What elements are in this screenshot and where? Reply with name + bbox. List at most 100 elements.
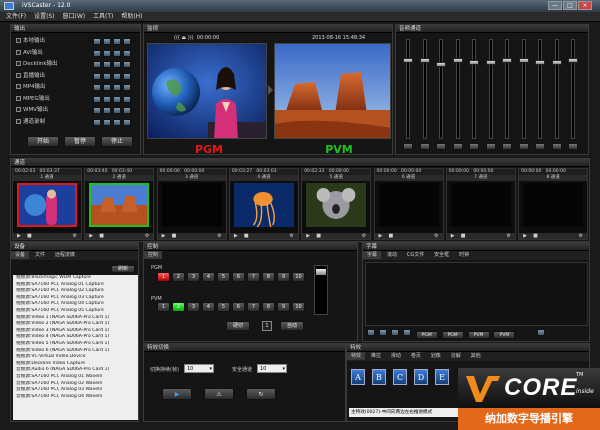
pvm-source-key[interactable]: 2 <box>172 302 185 312</box>
pgm-source-key[interactable]: 10 <box>292 272 305 282</box>
pvm-source-key[interactable]: 5 <box>217 302 230 312</box>
info-icon[interactable] <box>123 72 131 80</box>
settings-icon[interactable]: ⚙ <box>217 233 221 239</box>
tools-icon[interactable] <box>537 329 546 336</box>
pvm-source-key[interactable]: 7 <box>247 302 260 312</box>
pvm-source-key[interactable]: 9 <box>277 302 290 312</box>
play-icon[interactable]: ▶ <box>306 233 310 239</box>
info-icon[interactable] <box>123 61 131 68</box>
pvm-source-key[interactable]: 4 <box>202 302 215 312</box>
stop-icon[interactable]: ■ <box>461 233 466 239</box>
device-list-item[interactable]: 音频源:SA7160 PCI, Analog 04 WaveIn <box>13 394 138 401</box>
preview-icon[interactable] <box>103 95 111 103</box>
preview-icon[interactable] <box>103 61 111 68</box>
mute-button[interactable] <box>502 143 512 150</box>
settings-icon[interactable] <box>93 49 101 57</box>
record-icon[interactable] <box>113 84 121 91</box>
play-icon[interactable]: ▶ <box>89 233 93 239</box>
output-checkbox[interactable] <box>16 118 21 124</box>
preview-icon[interactable] <box>103 118 111 126</box>
play-icon[interactable]: ▶ <box>17 233 21 239</box>
tab-page-curl[interactable]: 卷页 <box>407 352 425 360</box>
tab-push[interactable]: 推拉 <box>367 352 385 360</box>
tab-scroll[interactable]: 滚动 <box>383 251 401 259</box>
pgm-source-key[interactable]: 9 <box>277 272 290 282</box>
mute-button[interactable] <box>403 143 413 150</box>
close-button[interactable]: × <box>578 1 592 10</box>
device-list-item[interactable]: 视频源:Video 4 (NAGA SD06A-Pro Card 1) <box>13 334 138 341</box>
loop-button[interactable]: ↻ <box>246 388 276 400</box>
channel-slot[interactable]: 00:00:00 00:00:00 6 通道 ▶ ■ ⚙ <box>373 168 444 240</box>
cut-button[interactable]: 硬切 <box>226 321 250 331</box>
mute-button[interactable] <box>568 143 578 150</box>
effect-a-icon[interactable]: A <box>351 369 365 385</box>
audio-fader[interactable] <box>518 39 529 139</box>
minimize-button[interactable]: — <box>548 1 562 10</box>
channel-slot[interactable]: 00:03:40 00:03:40 2 通道 ▶ ■ ⚙ <box>84 168 155 240</box>
auto-button[interactable]: 自动 <box>280 321 304 331</box>
audio-fader[interactable] <box>452 39 463 139</box>
pause-button[interactable]: 暂停 <box>64 136 96 147</box>
mute-button[interactable] <box>436 143 446 150</box>
mute-button[interactable] <box>535 143 545 150</box>
device-list-item[interactable]: 音频源:SA7160 PCI, Analog 01 WaveIn <box>13 374 138 381</box>
settings-icon[interactable] <box>93 84 101 91</box>
pgm-source-key[interactable]: 1 <box>157 272 170 282</box>
menu-tools[interactable]: 工具(T) <box>93 13 113 20</box>
mute-button[interactable] <box>469 143 479 150</box>
settings-icon[interactable] <box>390 329 399 336</box>
tab-dissolve[interactable]: 溶解 <box>447 352 465 360</box>
settings-icon[interactable]: ⚙ <box>362 233 366 239</box>
record-icon[interactable] <box>113 72 121 80</box>
preview-icon[interactable] <box>103 107 111 114</box>
fader-knob[interactable] <box>535 60 545 65</box>
effect-d-icon[interactable]: D <box>414 369 428 385</box>
settings-icon[interactable] <box>93 61 101 68</box>
record-icon[interactable] <box>113 107 121 114</box>
stop-icon[interactable]: ■ <box>27 233 32 239</box>
mute-button[interactable] <box>551 143 562 150</box>
device-list-item[interactable]: 视频源:SA7160 PCI, Analog 05 Capture <box>13 308 138 315</box>
preview-icon[interactable] <box>103 84 111 91</box>
pvm-source-key[interactable]: 1 <box>157 302 170 312</box>
menu-help[interactable]: 帮助(H) <box>121 13 142 20</box>
fader-knob[interactable] <box>403 58 413 63</box>
device-list-item[interactable]: 视频源:Blackmagic WDM Capture <box>13 275 138 282</box>
play-icon[interactable]: ▶ <box>451 233 455 239</box>
fader-knob[interactable] <box>518 58 529 63</box>
tab-cg-file[interactable]: CG文件 <box>403 251 428 259</box>
menu-window[interactable]: 窗口(W) <box>62 13 85 20</box>
channel-slot[interactable]: 00:03:27 00:03:03 4 通道 ▶ ■ ⚙ <box>228 168 299 240</box>
transition-number[interactable]: 1 <box>262 321 272 331</box>
pvm-source-key[interactable]: 10 <box>292 302 305 312</box>
settings-icon[interactable] <box>93 38 101 45</box>
settings-icon[interactable]: ⚙ <box>506 233 510 239</box>
fader-knob[interactable] <box>551 60 562 65</box>
settings-icon[interactable]: ⚙ <box>289 233 293 239</box>
send-pgm-button-1[interactable]: PGM <box>415 331 438 339</box>
device-list-item[interactable]: 视频源:SA7160 PCI, Analog 02 Capture <box>13 288 138 295</box>
record-icon[interactable] <box>113 95 121 103</box>
settings-icon[interactable]: ⚙ <box>145 233 149 239</box>
output-checkbox[interactable] <box>16 107 21 112</box>
device-list-item[interactable]: 视频源:Decklink Video Capture <box>13 361 138 368</box>
pgm-source-key[interactable]: 8 <box>262 272 275 282</box>
pgm-source-key[interactable]: 5 <box>217 272 230 282</box>
stop-icon[interactable]: ■ <box>99 233 104 239</box>
gear-icon[interactable] <box>402 329 411 336</box>
channel-slot[interactable]: 00:00:00 00:00:00 8 通道 ▶ ■ ⚙ <box>518 168 589 240</box>
tab-wipe[interactable]: 划像 <box>427 352 445 360</box>
fader-knob[interactable] <box>419 58 430 63</box>
device-list-item[interactable]: 视频源:Video 2 (NAGA SD06A-Pro Card 1) <box>13 321 138 328</box>
pgm-source-key[interactable]: 3 <box>187 272 200 282</box>
stop-button[interactable]: 停止 <box>101 136 133 147</box>
device-list-item[interactable]: 音频源:Audio 6 (NAGA SD06A-Pro Card 1) <box>13 367 138 374</box>
stop-icon[interactable]: ■ <box>389 233 394 239</box>
tab-clock[interactable]: 时钟 <box>455 251 473 259</box>
start-button[interactable]: 开始 <box>27 136 59 147</box>
tab-other[interactable]: 其他 <box>467 352 485 360</box>
settings-icon[interactable] <box>93 107 101 114</box>
fader-knob[interactable] <box>568 58 578 63</box>
open-icon[interactable] <box>378 329 387 336</box>
audio-fader[interactable] <box>485 39 496 139</box>
